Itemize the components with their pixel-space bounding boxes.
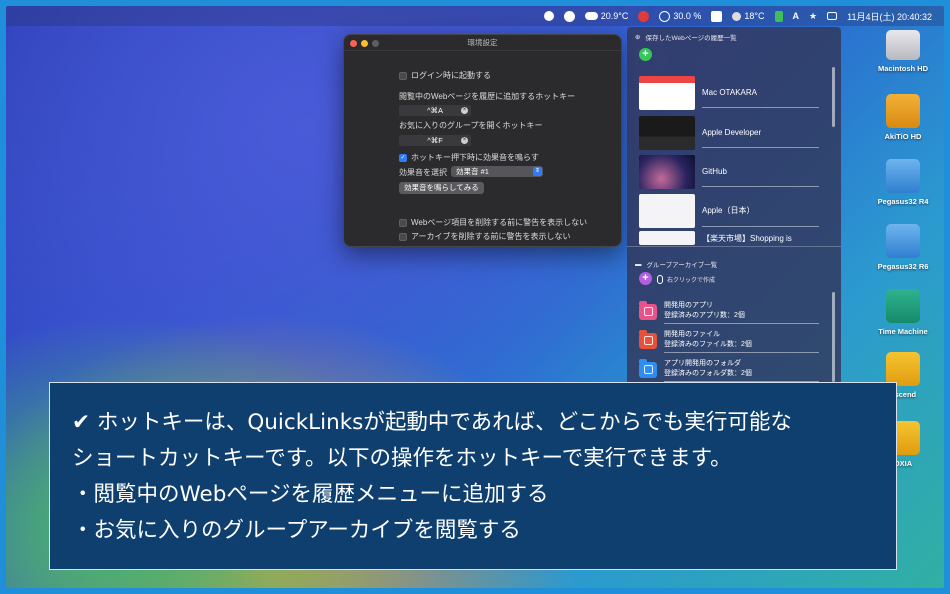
- desktop-icon-pegasus-r4[interactable]: Pegasus32 R4: [868, 159, 938, 206]
- caption-line: ✔ ホットキーは、QuickLinksが起動中であれば、どこからでも実行可能な: [72, 410, 792, 435]
- launch-at-login-label: ログイン時に起動する: [411, 71, 491, 80]
- menubar-app-icon[interactable]: [543, 11, 554, 21]
- sound-on-hotkey-label: ホットキー押下時に効果音を鳴らす: [411, 153, 539, 162]
- page-thumbnail: [639, 76, 695, 110]
- clear-hotkey-add-icon[interactable]: ×: [461, 107, 468, 114]
- menubar-star-icon[interactable]: ★: [809, 11, 817, 22]
- menubar-link-icon[interactable]: [638, 10, 650, 22]
- history-item[interactable]: GitHub: [639, 154, 819, 190]
- warn-delete-archive-row[interactable]: アーカイブを削除する前に警告を表示しない: [399, 231, 571, 242]
- warn-delete-web-row[interactable]: Webページ項目を削除する前に警告を表示しない: [399, 217, 587, 228]
- warn-delete-web-checkbox[interactable]: [399, 218, 407, 227]
- hotkey-add-field[interactable]: ^⌘A ×: [399, 105, 471, 116]
- settings-window: 環境設定 ログイン時に起動する 閲覧中のWebページを履歴に追加するホットキー …: [343, 34, 622, 247]
- desktop-icon-pegasus-r6[interactable]: Pegasus32 R6: [868, 224, 938, 271]
- sound-select-label: 効果音を選択: [399, 168, 447, 177]
- quicklinks-panel: ⊕ 保存したWebページの履歴一覧 + Mac OTAKARA Apple De…: [627, 27, 841, 390]
- warn-delete-archive-label: アーカイブを削除する前に警告を表示しない: [411, 232, 571, 241]
- hotkey-add-label: 閲覧中のWebページを履歴に追加するホットキー: [399, 92, 576, 101]
- chevron-updown-icon: ⇕: [533, 167, 542, 176]
- time-machine-icon: [886, 289, 920, 323]
- sound-select[interactable]: 効果音 #1 ⇕: [451, 166, 543, 177]
- folder-icon: ▬: [635, 260, 642, 268]
- archive-item[interactable]: 開発用のファイル 登録済みのファイル数：2個: [639, 328, 819, 354]
- zoom-window-button[interactable]: [372, 40, 379, 47]
- blue-folder-icon: [639, 359, 657, 378]
- window-title: 環境設定: [467, 38, 498, 47]
- archive-item[interactable]: アプリ開発用のフォルダ 登録済みのフォルダ数：2個: [639, 357, 819, 383]
- history-item[interactable]: Mac OTAKARA: [639, 75, 819, 111]
- settings-titlebar[interactable]: 環境設定: [344, 35, 621, 51]
- warn-delete-web-label: Webページ項目を削除する前に警告を表示しない: [411, 218, 588, 227]
- archive-hint: 右クリックで作成: [657, 275, 715, 284]
- mouse-icon: [657, 275, 663, 284]
- clear-hotkey-group-icon[interactable]: ×: [461, 137, 468, 144]
- control-center-icon[interactable]: [827, 12, 838, 20]
- sound-on-hotkey-row[interactable]: ✓ ホットキー押下時に効果音を鳴らす: [399, 152, 539, 163]
- archive-scrollbar[interactable]: [832, 292, 835, 382]
- page-thumbnail: [639, 155, 695, 189]
- menubar-weather[interactable]: 20.9°C: [584, 11, 628, 21]
- external-disk-icon: [886, 94, 920, 128]
- menubar-clock[interactable]: 11月4日(土) 20:40:32: [847, 10, 932, 23]
- menu-bar: 20.9°C 30.0 % 18°C A ★ 11月4日(土) 20:40:32: [6, 6, 944, 26]
- panel-divider: [627, 246, 841, 247]
- weather-icon: [732, 11, 742, 21]
- raid-disk-icon: [886, 224, 920, 258]
- add-archive-button[interactable]: +: [639, 272, 652, 285]
- globe-icon: ⊕: [635, 34, 641, 41]
- history-item[interactable]: Apple Developer: [639, 115, 819, 151]
- menubar-cpu[interactable]: 30.0 %: [659, 10, 701, 22]
- caption-line: ・閲覧中のWebページを履歴メニューに追加する: [72, 482, 549, 507]
- page-thumbnail: [639, 194, 695, 228]
- menubar-calendar-icon[interactable]: [711, 10, 723, 22]
- menubar-temp[interactable]: 18°C: [732, 11, 765, 21]
- page-thumbnail: [639, 116, 695, 150]
- desktop-icon-akitio-hd[interactable]: AkiTiO HD: [868, 94, 938, 141]
- archive-item[interactable]: 開発用のアプリ 登録済みのアプリ数：2個: [639, 299, 819, 325]
- file-folder-icon: [639, 330, 657, 349]
- history-item[interactable]: Apple（日本）: [639, 193, 819, 229]
- page-thumbnail: [639, 231, 695, 245]
- history-header: ⊕ 保存したWebページの履歴一覧: [635, 34, 737, 42]
- minimize-window-button[interactable]: [361, 40, 368, 47]
- app-folder-icon: [639, 301, 657, 320]
- close-window-button[interactable]: [350, 40, 357, 47]
- launch-at-login-row[interactable]: ログイン時に起動する: [399, 70, 491, 81]
- menubar-badge-icon[interactable]: [563, 10, 575, 22]
- archive-header: ▬ グループアーカイブ一覧: [635, 260, 718, 270]
- history-item[interactable]: 【楽天市場】Shopping is: [639, 230, 819, 246]
- hotkey-group-field[interactable]: ^⌘F ×: [399, 135, 471, 146]
- caption-box: ✔ ホットキーは、QuickLinksが起動中であれば、どこからでも実行可能な …: [49, 382, 897, 570]
- launch-at-login-checkbox[interactable]: [399, 71, 407, 80]
- raid-disk-icon: [886, 159, 920, 193]
- desktop-icon-macintosh-hd[interactable]: Macintosh HD: [868, 30, 938, 73]
- desktop-icon-time-machine[interactable]: Time Machine: [868, 289, 938, 336]
- hotkey-group-label: お気に入りのグループを開くホットキー: [399, 121, 543, 130]
- cloud-icon: [584, 12, 598, 20]
- caption-line: ・お気に入りのグループアーカイブを閲覧する: [72, 518, 521, 543]
- play-sound-button[interactable]: 効果音を鳴らしてみる: [399, 182, 484, 194]
- cpu-icon: [659, 10, 671, 22]
- transcend-disk-icon: [886, 352, 920, 386]
- internal-disk-icon: [886, 30, 920, 60]
- menubar-text-icon[interactable]: A: [793, 11, 800, 21]
- history-scrollbar[interactable]: [832, 67, 835, 127]
- add-history-button[interactable]: +: [639, 48, 652, 61]
- warn-delete-archive-checkbox[interactable]: [399, 232, 407, 241]
- menubar-battery-icon[interactable]: [774, 10, 783, 22]
- caption-line: ショートカットキーです。以下の操作をホットキーで実行できます。: [72, 446, 732, 471]
- sound-on-hotkey-checkbox[interactable]: ✓: [399, 153, 407, 162]
